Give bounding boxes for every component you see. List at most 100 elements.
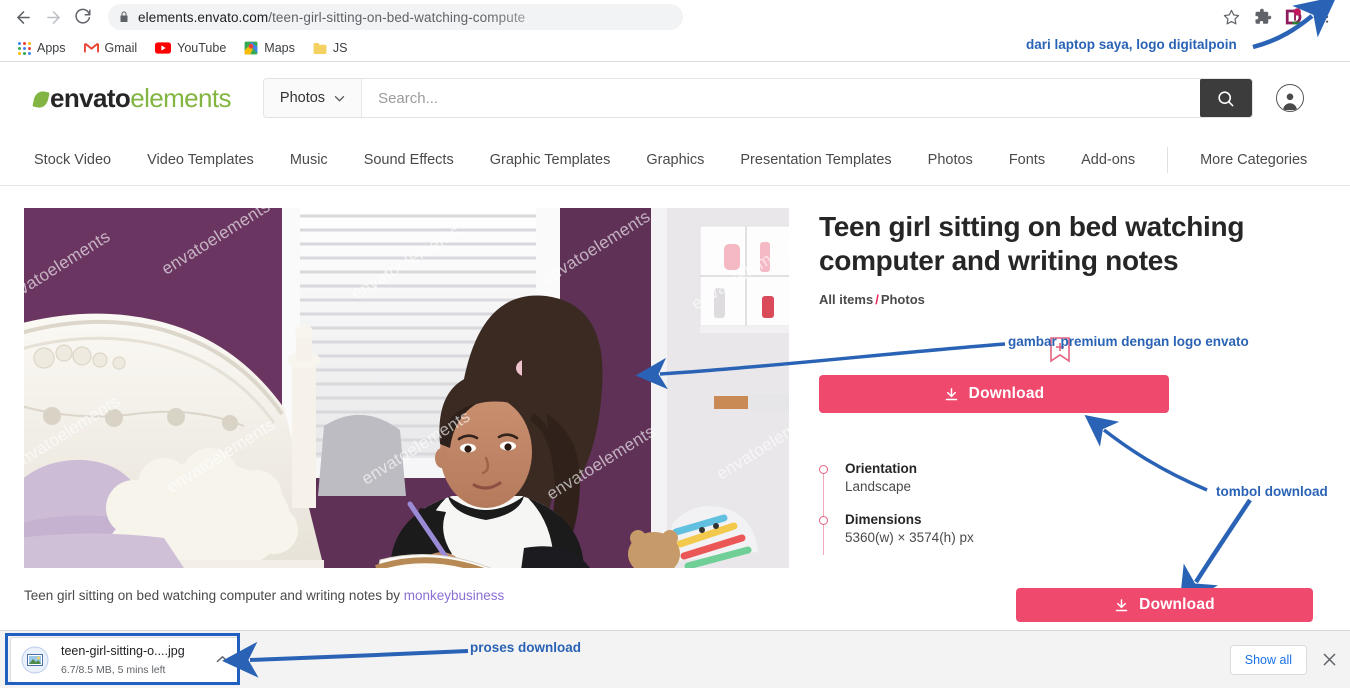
- bookmark-star-button[interactable]: [1216, 2, 1246, 32]
- browser-chrome: elements.envato.com/teen-girl-sitting-on…: [0, 0, 1350, 62]
- screenshot-root: elements.envato.com/teen-girl-sitting-on…: [0, 0, 1350, 688]
- nav-item-sound-effects[interactable]: Sound Effects: [346, 152, 472, 168]
- breadcrumb: All items / Photos: [819, 292, 1326, 307]
- envato-elements-logo[interactable]: envato elements: [32, 82, 232, 114]
- digitalpoin-extension-icon: [1284, 6, 1306, 28]
- gmail-icon: [83, 42, 99, 53]
- nav-item-photos[interactable]: Photos: [910, 152, 991, 168]
- search-bar: Photos: [262, 78, 1253, 118]
- bookmark-label: YouTube: [177, 41, 227, 55]
- caption-text: Teen girl sitting on bed watching comput…: [24, 588, 400, 603]
- nav-item-presentation-templates[interactable]: Presentation Templates: [722, 152, 909, 168]
- show-all-button[interactable]: Show all: [1229, 644, 1307, 675]
- reload-button[interactable]: [68, 2, 98, 32]
- forward-arrow-icon: [46, 10, 60, 24]
- download-file-name: teen-girl-sitting-o....jpg: [61, 643, 185, 658]
- three-dot-menu-icon: [1325, 11, 1329, 23]
- annotation-label-image: gambar premium dengan logo envato: [1008, 334, 1249, 349]
- download-item[interactable]: teen-girl-sitting-o....jpg 6.7/8.5 MB, 5…: [10, 636, 240, 683]
- lock-icon: [118, 10, 130, 24]
- forward-button[interactable]: [38, 2, 68, 32]
- account-button[interactable]: [1276, 84, 1304, 112]
- bookmark-apps[interactable]: Apps: [12, 39, 72, 57]
- bookmark-label: Apps: [37, 41, 66, 55]
- item-preview-image[interactable]: envatoelements envatoelements envatoelem…: [24, 208, 789, 568]
- bookmark-maps[interactable]: Maps: [238, 39, 301, 57]
- metadata-timeline: [823, 469, 824, 556]
- breadcrumb-photos[interactable]: Photos: [881, 292, 925, 307]
- extensions-button[interactable]: [1248, 2, 1278, 32]
- breadcrumb-separator: /: [875, 292, 879, 308]
- envato-leaf-icon: [32, 89, 50, 110]
- metadata-value: 5360(w) × 3574(h) px: [845, 530, 974, 546]
- folder-icon: [313, 42, 327, 54]
- search-category-select[interactable]: Photos: [263, 79, 363, 117]
- preview-illustration: [24, 208, 789, 568]
- page-title: Teen girl sitting on bed watching comput…: [819, 211, 1245, 277]
- search-submit-button[interactable]: [1199, 79, 1252, 117]
- bookmark-star-icon: [1223, 9, 1239, 24]
- apps-grid-icon: [18, 41, 31, 55]
- nav-item-add-ons[interactable]: Add-ons: [1063, 152, 1153, 168]
- annotation-label-process: proses download: [470, 640, 582, 655]
- search-input-wrapper: [362, 79, 1200, 117]
- nav-item-more-categories[interactable]: More Categories: [1182, 152, 1325, 168]
- nav-item-graphic-templates[interactable]: Graphic Templates: [472, 152, 629, 168]
- download-button[interactable]: Download: [819, 375, 1169, 414]
- user-avatar-icon: [1276, 84, 1304, 112]
- bookmark-youtube[interactable]: YouTube: [149, 39, 232, 57]
- bookmark-label: Maps: [264, 41, 295, 55]
- shelf-right-actions: Show all: [1229, 644, 1340, 675]
- bookmark-label: JS: [332, 41, 348, 55]
- bookmark-label: Gmail: [104, 41, 138, 55]
- youtube-icon: [155, 42, 172, 54]
- nav-item-fonts[interactable]: Fonts: [991, 152, 1063, 168]
- bookmark-gmail[interactable]: Gmail: [78, 39, 144, 57]
- nav-item-stock-video[interactable]: Stock Video: [24, 152, 129, 168]
- metadata-label: Dimensions: [845, 512, 922, 528]
- url-text: elements.envato.com/teen-girl-sitting-on…: [138, 10, 525, 25]
- nav-divider: [1167, 146, 1169, 173]
- back-button[interactable]: [8, 2, 38, 32]
- nav-item-music[interactable]: Music: [272, 152, 346, 168]
- search-input[interactable]: [378, 89, 1184, 107]
- bookmark-js-folder[interactable]: JS: [307, 39, 354, 57]
- search-icon: [1218, 90, 1234, 106]
- download-button-label: Download: [968, 385, 1045, 403]
- metadata-label: Orientation: [845, 461, 918, 477]
- annotation-label-button: tombol download: [1216, 484, 1328, 499]
- download-file-status: 6.7/8.5 MB, 5 mins left: [61, 663, 166, 676]
- site-header: envato elements Photos: [0, 62, 1350, 134]
- item-metadata-list: Orientation Landscape Dimensions 5360(w)…: [819, 461, 1326, 556]
- category-nav: Stock Video Video Templates Music Sound …: [0, 134, 1350, 186]
- item-info-column: Teen girl sitting on bed watching comput…: [789, 208, 1326, 603]
- download-button-label: Download: [1139, 596, 1215, 613]
- reload-icon: [75, 8, 91, 24]
- search-category-label: Photos: [279, 90, 326, 106]
- back-arrow-icon: [16, 10, 30, 24]
- preview-column: envatoelements envatoelements envatoelem…: [24, 208, 789, 603]
- download-item-menu-button[interactable]: [216, 655, 229, 664]
- item-detail-content: envatoelements envatoelements envatoelem…: [0, 186, 1350, 603]
- toolbar-right-actions: [1216, 2, 1342, 32]
- url-path: /teen-girl-sitting-on-bed-watching-compu…: [268, 9, 526, 25]
- preview-caption: Teen girl sitting on bed watching comput…: [24, 588, 789, 603]
- download-arrow-icon: [945, 387, 957, 401]
- address-bar[interactable]: elements.envato.com/teen-girl-sitting-on…: [108, 4, 683, 30]
- download-item-texts: teen-girl-sitting-o....jpg 6.7/8.5 MB, 5…: [61, 642, 204, 678]
- nav-item-video-templates[interactable]: Video Templates: [129, 152, 272, 168]
- digitalpoin-extension-button[interactable]: [1280, 2, 1310, 32]
- chrome-menu-button[interactable]: [1312, 2, 1342, 32]
- metadata-dot-icon: [819, 516, 828, 526]
- caption-author-link[interactable]: monkeybusiness: [404, 588, 505, 603]
- nav-item-graphics[interactable]: Graphics: [628, 152, 722, 168]
- chevron-up-icon: [216, 655, 229, 663]
- download-button-overlay[interactable]: Download: [1016, 588, 1313, 622]
- close-shelf-button[interactable]: [1319, 649, 1340, 670]
- logo-product: elements: [130, 82, 231, 113]
- breadcrumb-all-items[interactable]: All items: [819, 292, 873, 307]
- close-x-icon: [1323, 653, 1336, 666]
- chevron-down-icon: [334, 95, 345, 102]
- metadata-dot-icon: [819, 465, 828, 475]
- download-shelf: teen-girl-sitting-o....jpg 6.7/8.5 MB, 5…: [0, 630, 1350, 688]
